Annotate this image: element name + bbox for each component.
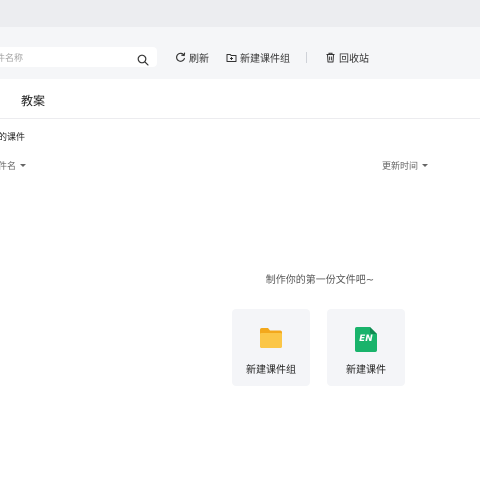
trash-icon (326, 52, 335, 62)
sort-by-time[interactable]: 更新时间 (382, 159, 429, 172)
new-courseware-group-card[interactable]: 新建课件组 (232, 309, 310, 386)
new-courseware-card[interactable]: EN 新建课件 (327, 309, 405, 386)
recycle-bin-button[interactable]: 回收站 (325, 49, 369, 65)
tab-lesson-plan[interactable]: 教案 (21, 92, 45, 109)
caret-down-icon (20, 164, 27, 167)
tab-bar: 教案 (0, 79, 480, 119)
search-placeholder: 件名称 (0, 54, 24, 64)
search-icon[interactable] (137, 51, 149, 66)
sort-time-label: 更新时间 (382, 162, 419, 172)
en-icon-text: EN (359, 334, 373, 344)
search-input[interactable]: 件名称 (0, 47, 157, 67)
new-group-label: 新建课件组 (240, 53, 290, 65)
title-bar (0, 0, 480, 27)
caret-down-icon (422, 164, 429, 167)
folder-add-icon (226, 53, 237, 62)
empty-state-message: 制作你的第一份文件吧~ (265, 275, 375, 286)
en-courseware-icon: EN (355, 327, 377, 356)
refresh-label: 刷新 (189, 53, 209, 65)
section-title: 的课件 (0, 133, 26, 143)
recycle-bin-label: 回收站 (339, 53, 369, 65)
sort-by-name[interactable]: 件名 (0, 159, 27, 172)
sort-name-label: 件名 (0, 162, 17, 172)
card-label: 新建课件组 (246, 365, 296, 376)
refresh-button[interactable]: 刷新 (175, 49, 209, 65)
new-group-button[interactable]: 新建课件组 (226, 49, 290, 65)
folder-icon (259, 327, 283, 353)
card-label: 新建课件 (346, 365, 386, 376)
refresh-icon (176, 51, 186, 62)
toolbar-divider (306, 52, 307, 63)
